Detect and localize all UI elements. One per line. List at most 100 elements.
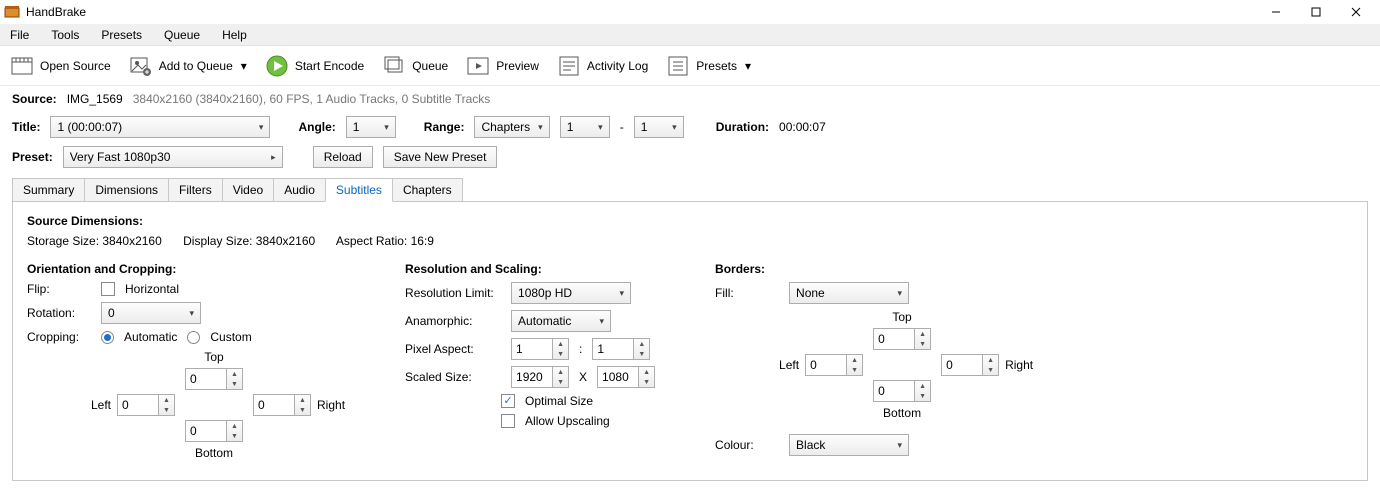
source-line: Source: IMG_1569 3840x2160 (3840x2160), … (0, 86, 1380, 112)
border-right-input[interactable]: 0▲▼ (941, 354, 999, 376)
pixel-aspect-b-input[interactable]: 1▲▼ (592, 338, 650, 360)
cropping-custom-label: Custom (210, 330, 251, 344)
tab-summary[interactable]: Summary (12, 178, 85, 202)
chevron-down-icon: ▾ (241, 59, 247, 73)
tab-chapters[interactable]: Chapters (392, 178, 463, 202)
duration-value: 00:00:07 (779, 120, 826, 134)
menu-queue[interactable]: Queue (160, 26, 204, 44)
presets-button[interactable]: Presets ▾ (662, 52, 755, 80)
close-button[interactable] (1336, 0, 1376, 24)
source-details: 3840x2160 (3840x2160), 60 FPS, 1 Audio T… (133, 92, 491, 106)
rotation-label: Rotation: (27, 306, 91, 320)
border-bottom-input[interactable]: 0▲▼ (873, 380, 931, 402)
angle-value: 1 (353, 120, 360, 134)
preset-value: Very Fast 1080p30 (70, 150, 171, 164)
activity-log-label: Activity Log (587, 59, 648, 73)
pixel-aspect-a-input[interactable]: 1▲▼ (511, 338, 569, 360)
rotation-combo[interactable]: 0▾ (101, 302, 201, 324)
tab-audio[interactable]: Audio (273, 178, 326, 202)
colour-combo[interactable]: Black▾ (789, 434, 909, 456)
menu-presets[interactable]: Presets (97, 26, 146, 44)
anamorphic-combo[interactable]: Automatic▾ (511, 310, 611, 332)
picture-plus-icon (129, 54, 153, 78)
queue-icon (382, 54, 406, 78)
tab-subtitles[interactable]: Subtitles (325, 178, 393, 202)
maximize-button[interactable] (1296, 0, 1336, 24)
cropping-label: Cropping: (27, 330, 91, 344)
queue-label: Queue (412, 59, 448, 73)
reload-button[interactable]: Reload (313, 146, 373, 168)
range-to-combo[interactable]: 1▾ (634, 116, 684, 138)
display-size: Display Size: 3840x2160 (183, 234, 315, 248)
fill-combo[interactable]: None▾ (789, 282, 909, 304)
range-from-value: 1 (567, 120, 574, 134)
angle-label: Angle: (298, 120, 335, 134)
crop-top-input[interactable]: 0▲▼ (185, 368, 243, 390)
tab-dimensions[interactable]: Dimensions (84, 178, 169, 202)
add-to-queue-button[interactable]: Add to Queue ▾ (125, 52, 251, 80)
play-icon (265, 54, 289, 78)
window-title: HandBrake (26, 5, 86, 19)
preset-row: Preset: Very Fast 1080p30▸ Reload Save N… (0, 142, 1380, 172)
source-name: IMG_1569 (67, 92, 123, 106)
minimize-button[interactable] (1256, 0, 1296, 24)
resolution-title: Resolution and Scaling: (405, 262, 655, 276)
tab-filters[interactable]: Filters (168, 178, 223, 202)
angle-combo[interactable]: 1▾ (346, 116, 396, 138)
save-new-preset-button[interactable]: Save New Preset (383, 146, 498, 168)
allow-upscaling-checkbox[interactable] (501, 414, 515, 428)
crop-left-input[interactable]: 0▲▼ (117, 394, 175, 416)
film-icon (10, 54, 34, 78)
fill-label: Fill: (715, 286, 779, 300)
scaled-width-input[interactable]: 1920▲▼ (511, 366, 569, 388)
crop-right-label: Right (317, 398, 345, 412)
menu-help[interactable]: Help (218, 26, 251, 44)
optimal-size-checkbox[interactable] (501, 394, 515, 408)
title-label: Title: (12, 120, 40, 134)
anamorphic-label: Anamorphic: (405, 314, 501, 328)
border-top-label: Top (892, 310, 911, 324)
scaled-size-label: Scaled Size: (405, 370, 501, 384)
start-encode-button[interactable]: Start Encode (261, 52, 368, 80)
preview-label: Preview (496, 59, 539, 73)
border-top-input[interactable]: 0▲▼ (873, 328, 931, 350)
tab-video[interactable]: Video (222, 178, 274, 202)
res-limit-label: Resolution Limit: (405, 286, 501, 300)
range-label: Range: (424, 120, 465, 134)
title-combo[interactable]: 1 (00:00:07)▾ (50, 116, 270, 138)
queue-button[interactable]: Queue (378, 52, 452, 80)
range-type-combo[interactable]: Chapters▾ (474, 116, 549, 138)
source-dimensions-title: Source Dimensions: (27, 214, 1353, 228)
menu-file[interactable]: File (6, 26, 33, 44)
cropping-auto-radio[interactable] (101, 331, 114, 344)
allow-upscaling-label: Allow Upscaling (525, 414, 610, 428)
crop-right-input[interactable]: 0▲▼ (253, 394, 311, 416)
resolution-scaling-section: Resolution and Scaling: Resolution Limit… (405, 262, 655, 462)
tab-panel: Source Dimensions: Storage Size: 3840x21… (12, 201, 1368, 481)
cropping-custom-radio[interactable] (187, 331, 200, 344)
preview-button[interactable]: Preview (462, 52, 543, 80)
title-bar: HandBrake (0, 0, 1380, 24)
preset-label: Preset: (12, 150, 53, 164)
scaled-height-input[interactable]: 1080▲▼ (597, 366, 655, 388)
activity-log-button[interactable]: Activity Log (553, 52, 652, 80)
colour-label: Colour: (715, 438, 779, 452)
borders-section: Borders: Fill: None▾ Top 0▲▼ Left 0▲▼ 0▲… (715, 262, 1033, 462)
menu-tools[interactable]: Tools (47, 26, 83, 44)
range-from-combo[interactable]: 1▾ (560, 116, 610, 138)
res-limit-combo[interactable]: 1080p HD▾ (511, 282, 631, 304)
menu-bar: File Tools Presets Queue Help (0, 24, 1380, 46)
add-to-queue-label: Add to Queue (159, 59, 233, 73)
open-source-button[interactable]: Open Source (6, 52, 115, 80)
border-left-label: Left (779, 358, 799, 372)
crop-bottom-input[interactable]: 0▲▼ (185, 420, 243, 442)
border-left-input[interactable]: 0▲▼ (805, 354, 863, 376)
crop-bottom-label: Bottom (195, 446, 233, 460)
app-icon (4, 4, 20, 20)
range-to-value: 1 (641, 120, 648, 134)
source-label: Source: (12, 92, 57, 106)
presets-label: Presets (696, 59, 737, 73)
flip-checkbox[interactable] (101, 282, 115, 296)
preset-combo[interactable]: Very Fast 1080p30▸ (63, 146, 283, 168)
open-source-label: Open Source (40, 59, 111, 73)
